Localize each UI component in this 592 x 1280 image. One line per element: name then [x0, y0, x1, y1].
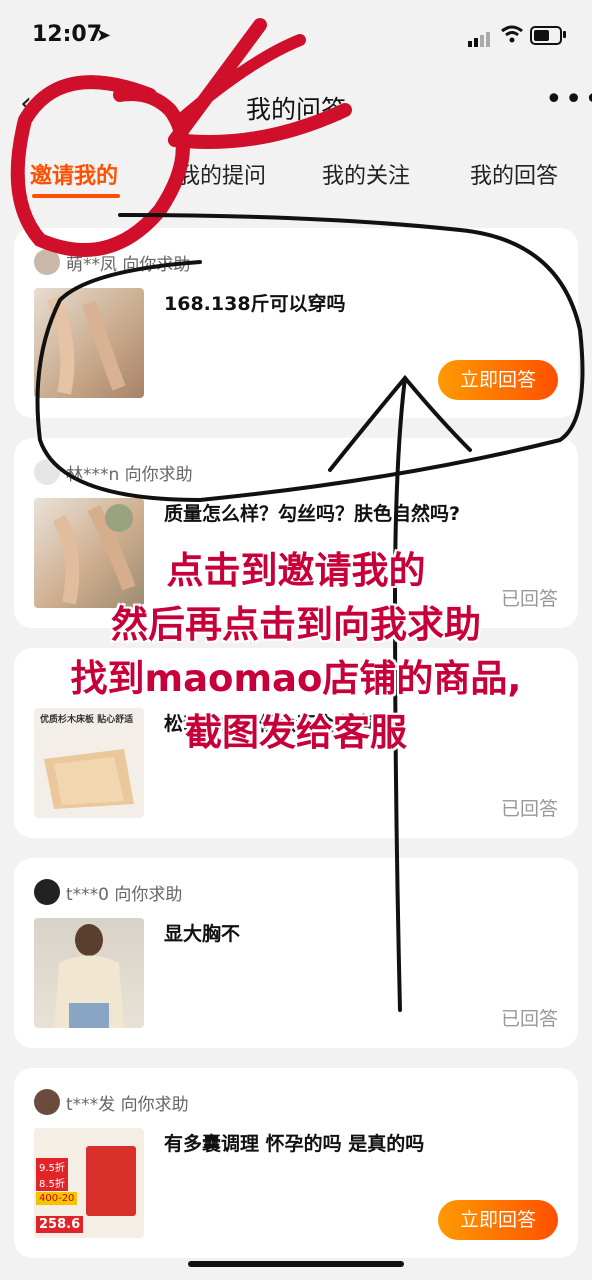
instruction-line: 找到maomao店铺的商品,	[70, 657, 522, 700]
instruction-line: 点击到邀请我的	[166, 549, 426, 592]
instruction-line: 截图发给客服	[185, 711, 407, 754]
instruction-line: 然后再点击到向我求助	[111, 603, 481, 646]
home-indicator	[188, 1261, 404, 1267]
